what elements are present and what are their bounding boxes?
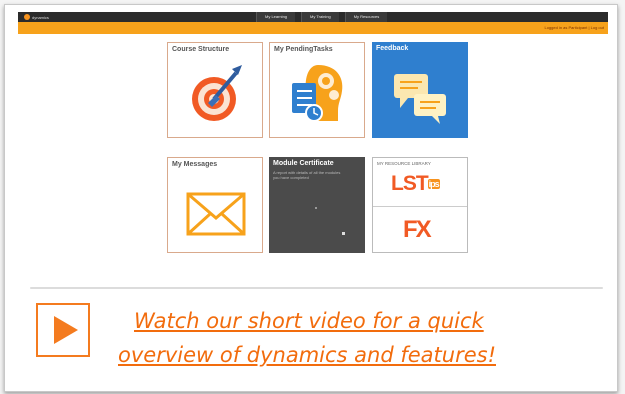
tasks-head-icon xyxy=(292,65,343,122)
app-logo[interactable]: dynamics xyxy=(24,14,49,20)
tile-label: My Messages xyxy=(172,161,218,168)
lstips-logo[interactable]: LSTips xyxy=(391,172,440,196)
video-link-line-2[interactable]: overview of dynamics and features! xyxy=(118,338,618,372)
fx-logo[interactable]: FX xyxy=(403,216,432,244)
video-link-line-1[interactable]: Watch our short video for a quick xyxy=(118,304,618,338)
tile-pending-tasks[interactable]: My PendingTasks xyxy=(269,42,365,138)
envelope-icon xyxy=(186,192,246,236)
tile-module-certificate[interactable]: Module Certificate A report with details… xyxy=(269,157,365,253)
tile-label: Course Structure xyxy=(172,46,230,53)
main-nav: My Learning My Training My Resources xyxy=(256,12,388,22)
tile-description: A report with details of all the modules… xyxy=(273,170,341,180)
play-video-button[interactable] xyxy=(36,303,90,357)
content-bottom-edge xyxy=(30,287,603,289)
chat-bubbles-icon xyxy=(394,74,446,124)
account-links[interactable]: Logged in as Participant | Log out xyxy=(544,25,604,30)
logo-text: dynamics xyxy=(32,14,49,20)
video-link[interactable]: Watch our short video for a quick overvi… xyxy=(118,304,618,372)
tile-label: MY RESOURCE LIBRARY xyxy=(377,161,431,166)
nav-item-my-learning[interactable]: My Learning xyxy=(256,12,296,22)
play-icon xyxy=(54,316,78,344)
tile-label: My PendingTasks xyxy=(274,46,333,53)
tile-messages[interactable]: My Messages xyxy=(167,157,263,253)
tile-feedback[interactable]: Feedback xyxy=(372,42,468,138)
tile-course-structure[interactable]: Course Structure xyxy=(167,42,263,138)
tile-label: Feedback xyxy=(376,45,409,52)
nav-item-my-resources[interactable]: My Resources xyxy=(344,12,388,22)
target-icon xyxy=(192,65,242,121)
tile-label: Module Certificate xyxy=(273,160,334,167)
decorative-dot xyxy=(342,232,345,235)
top-navigation-bar: dynamics My Learning My Training My Reso… xyxy=(18,12,608,22)
decorative-dot xyxy=(315,207,317,209)
logo-mark-icon xyxy=(24,14,30,20)
account-bar: Logged in as Participant | Log out xyxy=(18,22,608,34)
divider xyxy=(373,206,467,207)
tile-resource-library[interactable]: MY RESOURCE LIBRARY LSTips FX xyxy=(372,157,468,253)
nav-item-my-training[interactable]: My Training xyxy=(301,12,339,22)
